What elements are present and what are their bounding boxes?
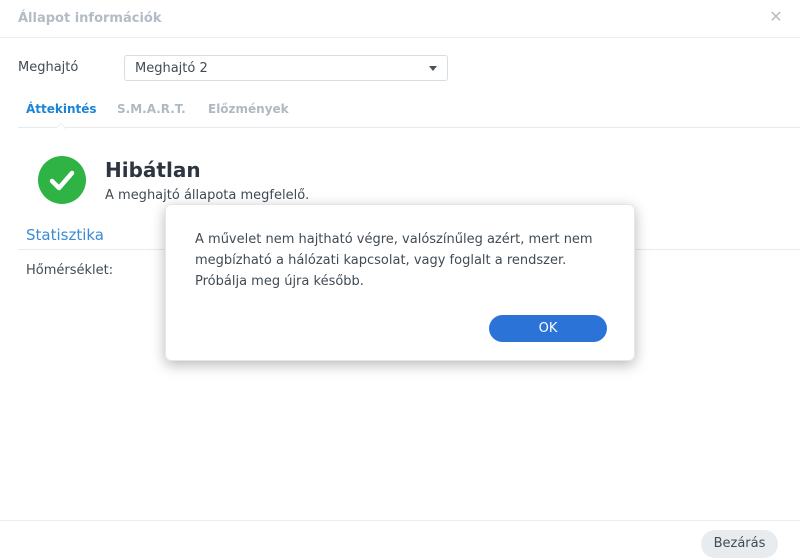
section-title-statistics: Statisztika — [26, 226, 104, 244]
drive-row: Meghajtó Meghajtó 2 — [18, 55, 458, 81]
tab-smart[interactable]: S.M.A.R.T. — [117, 102, 186, 116]
ok-button[interactable]: OK — [489, 315, 607, 342]
tab-bar: Áttekintés S.M.A.R.T. Előzmények — [18, 100, 800, 129]
drive-select[interactable]: Meghajtó 2 — [124, 55, 448, 81]
tab-overview[interactable]: Áttekintés — [26, 102, 97, 116]
footer-divider — [0, 520, 800, 521]
drive-label: Meghajtó — [18, 60, 79, 75]
dialog-message: A művelet nem hajtható végre, valószínűl… — [195, 229, 615, 292]
tab-history[interactable]: Előzmények — [208, 102, 289, 116]
status-title: Hibátlan — [105, 158, 201, 182]
error-dialog: A művelet nem hajtható végre, valószínűl… — [165, 204, 635, 361]
drive-select-value: Meghajtó 2 — [135, 61, 208, 76]
close-icon[interactable]: ✕ — [768, 9, 784, 25]
window-title: Állapot információk — [18, 11, 162, 26]
dialog-message-line: A művelet nem hajtható végre, valószínűl… — [195, 232, 593, 247]
status-description: A meghajtó állapota megfelelő. — [105, 188, 310, 203]
temperature-label: Hőmérséklet: — [26, 263, 114, 278]
check-circle-icon — [38, 156, 86, 204]
chevron-down-icon — [429, 66, 437, 71]
active-tab-indicator — [55, 123, 67, 129]
dialog-message-line: Próbálja meg újra később. — [195, 274, 364, 289]
title-bar: Állapot információk ✕ — [0, 0, 800, 38]
dialog-message-line: megbízható a hálózati kapcsolat, vagy fo… — [195, 253, 567, 268]
close-button[interactable]: Bezárás — [701, 530, 778, 558]
